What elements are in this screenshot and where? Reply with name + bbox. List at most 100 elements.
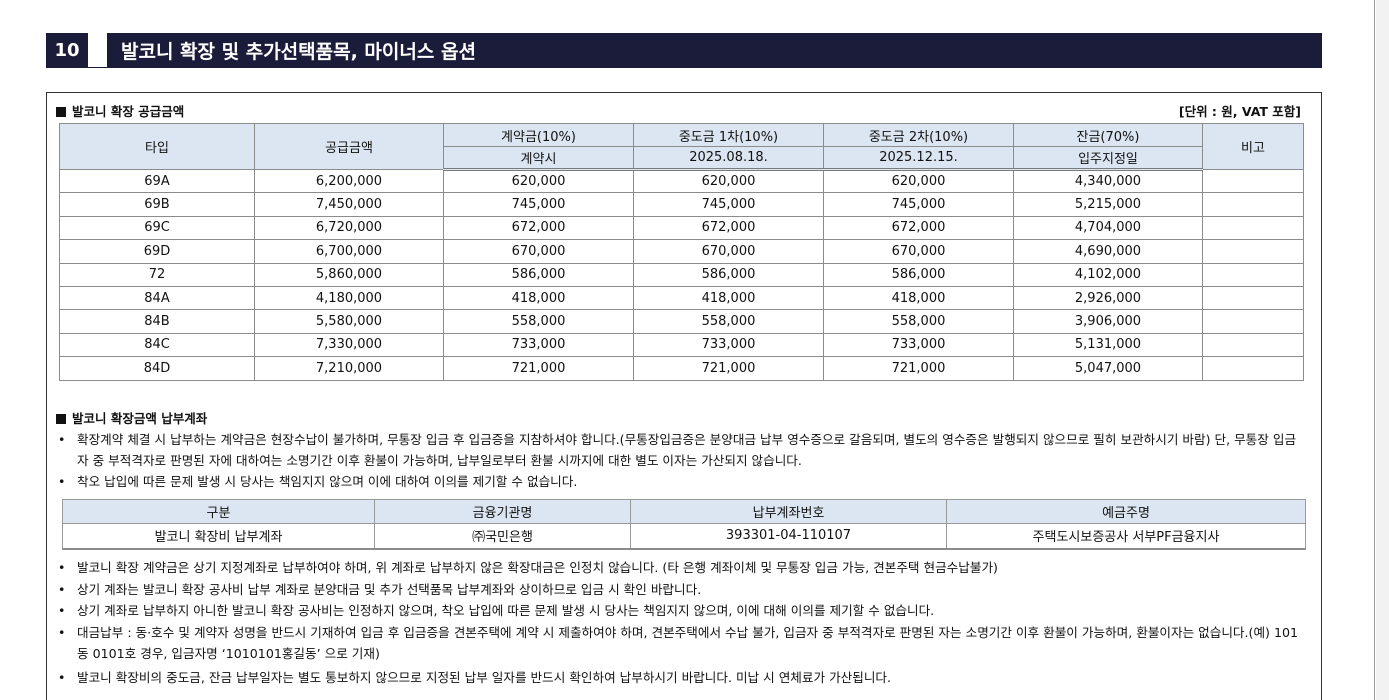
scrollbar-gutter <box>1376 0 1389 700</box>
cell-mid2: 672,000 <box>823 215 1014 241</box>
cell-deposit: 558,000 <box>443 309 634 334</box>
col-mid2-date: 2025.12.15. <box>823 146 1014 171</box>
cell-type: 84B <box>59 309 255 334</box>
cell-type: 69A <box>59 168 255 194</box>
cell-supply: 7,210,000 <box>254 356 444 381</box>
note-item: 착오 납입에 따른 문제 발생 시 당사는 책임지지 않으며 이에 대하여 이의… <box>56 471 1306 492</box>
col-mid1: 중도금 1차(10%) <box>633 123 824 147</box>
acct-holder: 주택도시보증공사 서부PF금융지사 <box>946 523 1306 550</box>
cell-deposit: 733,000 <box>443 332 634 358</box>
cell-deposit: 670,000 <box>443 239 634 264</box>
unit-note: [단위 : 원, VAT 포함] <box>1178 104 1301 119</box>
cell-supply: 4,180,000 <box>254 285 444 311</box>
cell-type: 69B <box>59 192 255 217</box>
cell-mid1: 620,000 <box>633 168 824 194</box>
cell-remarks <box>1202 309 1304 334</box>
col-supply: 공급금액 <box>254 123 444 170</box>
cell-remarks <box>1202 215 1304 241</box>
table-row: 84A 4,180,000 418,000 418,000 418,000 2,926,0… <box>59 285 1304 311</box>
acct-bank: ㈜국민은행 <box>374 523 631 550</box>
cell-supply: 6,200,000 <box>254 168 444 194</box>
cell-type: 69D <box>59 239 255 264</box>
note-item: 상기 계좌로 납부하지 아니한 발코니 확장 공사비는 인정하지 않으며, 착오… <box>56 600 1306 622</box>
page-edge-line <box>1374 0 1375 700</box>
cell-mid1: 586,000 <box>633 262 824 287</box>
cell-mid1: 558,000 <box>633 309 824 334</box>
note-item: 상기 계좌는 발코니 확장 공사비 납부 계좌로 분양대금 및 추가 선택품목 … <box>56 579 1306 601</box>
cell-balance: 4,690,000 <box>1013 239 1203 264</box>
cell-mid2: 586,000 <box>823 262 1014 287</box>
cell-supply: 5,580,000 <box>254 309 444 334</box>
cell-remarks <box>1202 332 1304 358</box>
cell-type: 69C <box>59 215 255 241</box>
table-row: 69D 6,700,000 670,000 670,000 670,000 4,690,0… <box>59 239 1304 264</box>
cell-type: 72 <box>59 262 255 287</box>
cell-mid2: 558,000 <box>823 309 1014 334</box>
cell-balance: 5,131,000 <box>1013 332 1203 358</box>
cell-deposit: 418,000 <box>443 285 634 311</box>
cell-balance: 4,102,000 <box>1013 262 1203 287</box>
cell-remarks <box>1202 356 1304 381</box>
square-bullet-icon <box>56 414 66 424</box>
cell-mid2: 745,000 <box>823 192 1014 217</box>
cell-remarks <box>1202 192 1304 217</box>
payment-heading: 발코니 확장금액 납부계좌 <box>56 408 207 427</box>
note-item: 확장계약 체결 시 납부하는 계약금은 현장수납이 불가하며, 무통장 입금 후… <box>56 429 1306 471</box>
cell-supply: 7,450,000 <box>254 192 444 217</box>
cell-deposit: 672,000 <box>443 215 634 241</box>
cell-remarks <box>1202 262 1304 287</box>
cell-balance: 4,704,000 <box>1013 215 1203 241</box>
cell-balance: 3,906,000 <box>1013 309 1203 334</box>
cell-balance: 5,047,000 <box>1013 356 1203 381</box>
cell-supply: 7,330,000 <box>254 332 444 358</box>
table-row: 69C 6,720,000 672,000 672,000 672,000 4,704,0… <box>59 215 1304 241</box>
notes-bottom: 발코니 확장 계약금은 상기 지정계좌로 납부하여야 하며, 위 계좌로 납부하… <box>56 557 1306 688</box>
note-item: 발코니 확장비의 중도금, 잔금 납부일자는 별도 통보하지 않으므로 지정된 … <box>56 667 1306 689</box>
table-row: 69B 7,450,000 745,000 745,000 745,000 5,215,0… <box>59 192 1304 217</box>
cell-type: 84A <box>59 285 255 311</box>
cell-mid2: 620,000 <box>823 168 1014 194</box>
acct-category: 발코니 확장비 납부계좌 <box>62 523 375 550</box>
col-balance-when: 입주지정일 <box>1013 146 1203 171</box>
cell-type: 84C <box>59 332 255 358</box>
cell-remarks <box>1202 239 1304 264</box>
cell-balance: 4,340,000 <box>1013 168 1203 194</box>
acct-col-bank: 금융기관명 <box>374 499 631 524</box>
cell-supply: 6,720,000 <box>254 215 444 241</box>
col-type: 타입 <box>59 123 255 170</box>
cell-mid1: 672,000 <box>633 215 824 241</box>
acct-col-holder: 예금주명 <box>946 499 1306 524</box>
acct-col-category: 구분 <box>62 499 375 524</box>
col-deposit-when: 계약시 <box>443 146 634 171</box>
section-title: 발코니 확장 및 추가선택품목, 마이너스 옵션 <box>107 33 1322 68</box>
section-number: 10 <box>46 33 88 68</box>
acct-col-account: 납부계좌번호 <box>630 499 947 524</box>
cell-deposit: 586,000 <box>443 262 634 287</box>
table-row: 84B 5,580,000 558,000 558,000 558,000 3,906,0… <box>59 309 1304 334</box>
cell-supply: 6,700,000 <box>254 239 444 264</box>
square-bullet-icon <box>56 107 66 117</box>
cell-mid1: 670,000 <box>633 239 824 264</box>
note-item: 발코니 확장 계약금은 상기 지정계좌로 납부하여야 하며, 위 계좌로 납부하… <box>56 557 1306 579</box>
cell-remarks <box>1202 285 1304 311</box>
cell-mid2: 418,000 <box>823 285 1014 311</box>
cell-mid1: 418,000 <box>633 285 824 311</box>
cell-mid1: 733,000 <box>633 332 824 358</box>
cell-mid2: 721,000 <box>823 356 1014 381</box>
acct-number: 393301-04-110107 <box>630 523 947 550</box>
col-remarks: 비고 <box>1202 123 1304 170</box>
supply-table: 타입 공급금액 계약금(10%) 중도금 1차(10%) 중도금 2차(10%)… <box>59 123 1304 381</box>
payment-heading-text: 발코니 확장금액 납부계좌 <box>72 411 208 426</box>
cell-mid1: 721,000 <box>633 356 824 381</box>
cell-balance: 5,215,000 <box>1013 192 1203 217</box>
col-balance: 잔금(70%) <box>1013 123 1203 147</box>
table-row: 72 5,860,000 586,000 586,000 586,000 4,102,00… <box>59 262 1304 287</box>
section-header: 10 발코니 확장 및 추가선택품목, 마이너스 옵션 <box>46 33 1322 68</box>
account-table: 구분 금융기관명 납부계좌번호 예금주명 발코니 확장비 납부계좌 ㈜국민은행 … <box>62 499 1306 550</box>
cell-remarks <box>1202 168 1304 194</box>
cell-mid2: 733,000 <box>823 332 1014 358</box>
table-row: 69A 6,200,000 620,000 620,000 620,000 4,340,0… <box>59 168 1304 194</box>
cell-deposit: 620,000 <box>443 168 634 194</box>
table-row: 84D 7,210,000 721,000 721,000 721,000 5,047,0… <box>59 356 1304 381</box>
cell-balance: 2,926,000 <box>1013 285 1203 311</box>
